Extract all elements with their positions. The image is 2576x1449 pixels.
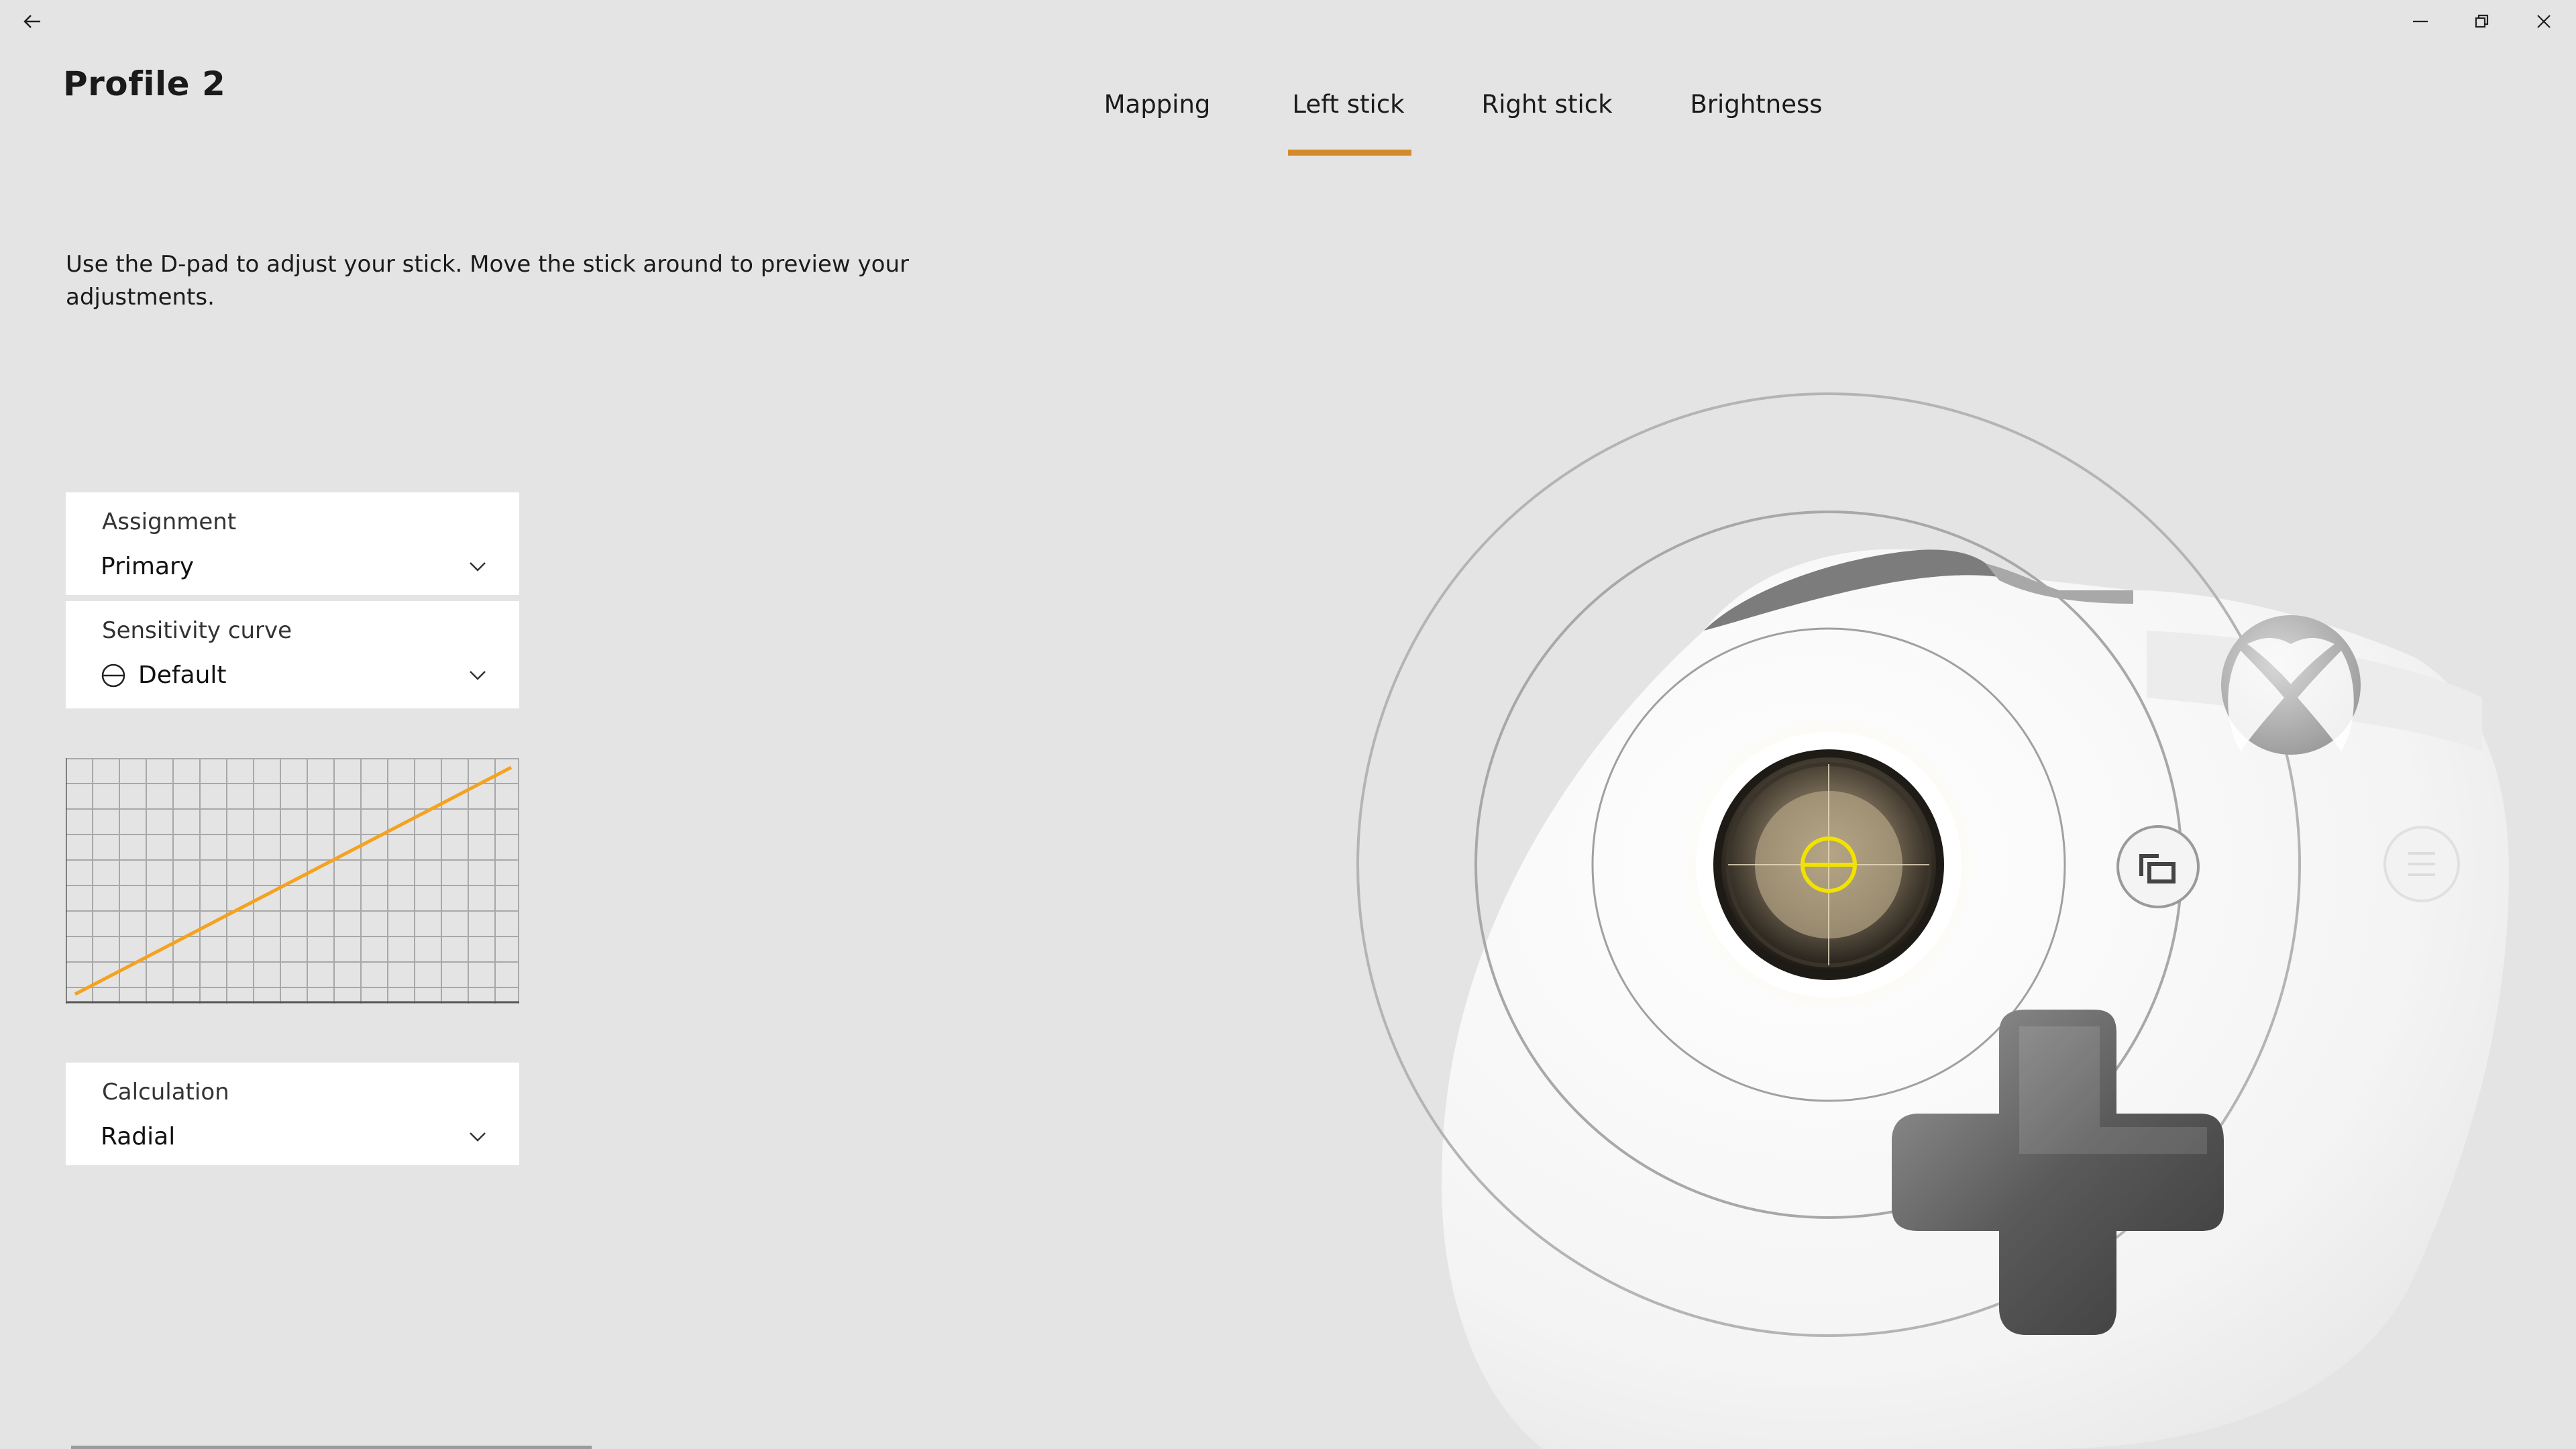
sensitivity-curve-dropdown[interactable]: Sensitivity curve Default (66, 601, 519, 708)
tab-bar: Mapping Left stick Right stick Brightnes… (0, 90, 2576, 157)
minimize-icon (2413, 20, 2428, 23)
calculation-value: Radial (101, 1123, 175, 1150)
chevron-down-icon (470, 562, 486, 572)
bottom-divider (71, 1446, 592, 1449)
left-thumbstick (1681, 717, 1976, 1012)
calculation-value-text: Radial (101, 1123, 176, 1150)
default-curve-icon (101, 663, 125, 687)
close-icon (2537, 15, 2551, 28)
back-arrow-icon (23, 15, 40, 28)
selected-tab-indicator (1288, 150, 1411, 156)
sensitivity-curve-graph (66, 758, 519, 1004)
back-button[interactable] (0, 0, 64, 43)
minimize-button[interactable] (2390, 0, 2451, 43)
chevron-down-icon (470, 1132, 486, 1142)
sensitivity-curve-value-text: Default (138, 661, 227, 689)
xbox-logo (2221, 615, 2361, 755)
tab-mapping[interactable]: Mapping (1100, 90, 1214, 157)
chevron-down-icon (470, 671, 486, 680)
close-button[interactable] (2513, 0, 2575, 43)
view-button (2116, 825, 2200, 908)
calculation-dropdown[interactable]: Calculation Radial (66, 1063, 519, 1165)
restore-button[interactable] (2451, 0, 2513, 43)
accessories-app-window: Profile 2 Mapping Left stick Right stick… (0, 0, 2576, 1449)
assignment-value-text: Primary (101, 553, 195, 580)
controller-preview (1356, 392, 2509, 1449)
assignment-dropdown[interactable]: Assignment Primary (66, 492, 519, 595)
assignment-label: Assignment (102, 508, 237, 535)
restore-icon (2475, 14, 2489, 28)
tab-brightness[interactable]: Brightness (1690, 90, 1822, 157)
tab-right-stick[interactable]: Right stick (1480, 90, 1614, 157)
sensitivity-curve-label: Sensitivity curve (102, 617, 292, 644)
tab-left-stick[interactable]: Left stick (1288, 90, 1409, 157)
assignment-value: Primary (101, 553, 194, 580)
instruction-text: Use the D-pad to adjust your stick. Move… (66, 251, 909, 311)
sensitivity-curve-value: Default (101, 661, 227, 689)
calculation-label: Calculation (102, 1079, 229, 1106)
